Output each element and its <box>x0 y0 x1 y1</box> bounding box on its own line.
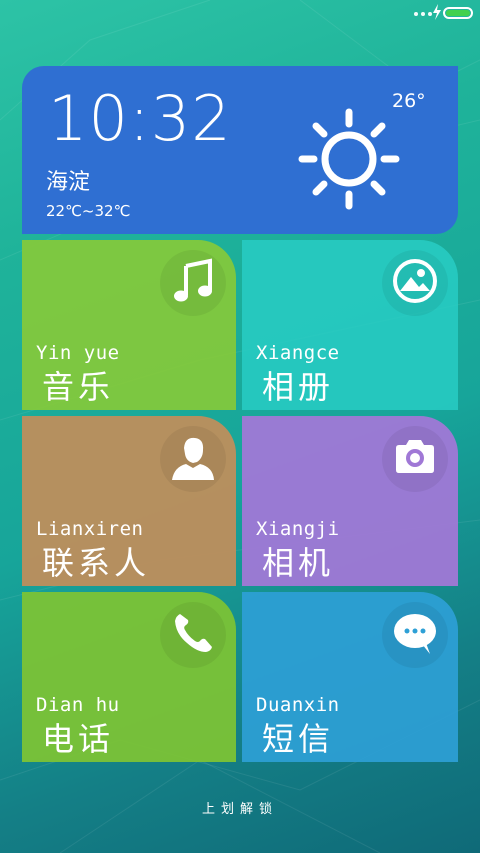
music-note-icon <box>174 258 212 302</box>
clock-weather-widget[interactable]: 10:32 海淀 22℃~32℃ 26° <box>22 66 458 234</box>
app-label: 音乐 <box>42 368 115 406</box>
app-tile-camera[interactable]: Xiangji 相机 <box>242 416 458 586</box>
app-pinyin: Duanxin <box>256 694 340 716</box>
app-tile-music[interactable]: Yin yue 音乐 <box>22 240 236 410</box>
temperature-range: 22℃~32℃ <box>46 202 131 220</box>
app-tile-sms[interactable]: Duanxin 短信 <box>242 592 458 762</box>
gallery-icon <box>393 259 437 303</box>
app-tile-album[interactable]: Xiangce 相册 <box>242 240 458 410</box>
sun-icon <box>298 108 400 210</box>
app-label: 电话 <box>42 720 115 758</box>
app-label: 相机 <box>262 544 335 582</box>
app-tile-contacts[interactable]: Lianxiren 联系人 <box>22 416 236 586</box>
app-pinyin: Dian hu <box>36 694 120 716</box>
app-label: 联系人 <box>42 544 151 582</box>
clock-time: 10:32 <box>48 82 232 155</box>
status-bar <box>0 0 480 28</box>
app-pinyin: Xiangji <box>256 518 340 540</box>
camera-icon <box>396 440 434 473</box>
app-pinyin: Xiangce <box>256 342 340 364</box>
person-icon <box>172 437 214 480</box>
phone-icon <box>175 614 212 652</box>
app-label: 短信 <box>262 720 335 758</box>
app-pinyin: Lianxiren <box>36 518 144 540</box>
app-tile-phone[interactable]: Dian hu 电话 <box>22 592 236 762</box>
app-pinyin: Yin yue <box>36 342 120 364</box>
swipe-unlock-hint[interactable]: 上划解锁 <box>0 798 480 817</box>
battery-icon <box>443 7 473 19</box>
chat-bubble-icon <box>394 614 436 654</box>
app-label: 相册 <box>262 368 335 406</box>
signal-dots-icon <box>414 12 432 16</box>
location-label: 海淀 <box>46 170 91 195</box>
bolt-icon <box>433 4 441 20</box>
